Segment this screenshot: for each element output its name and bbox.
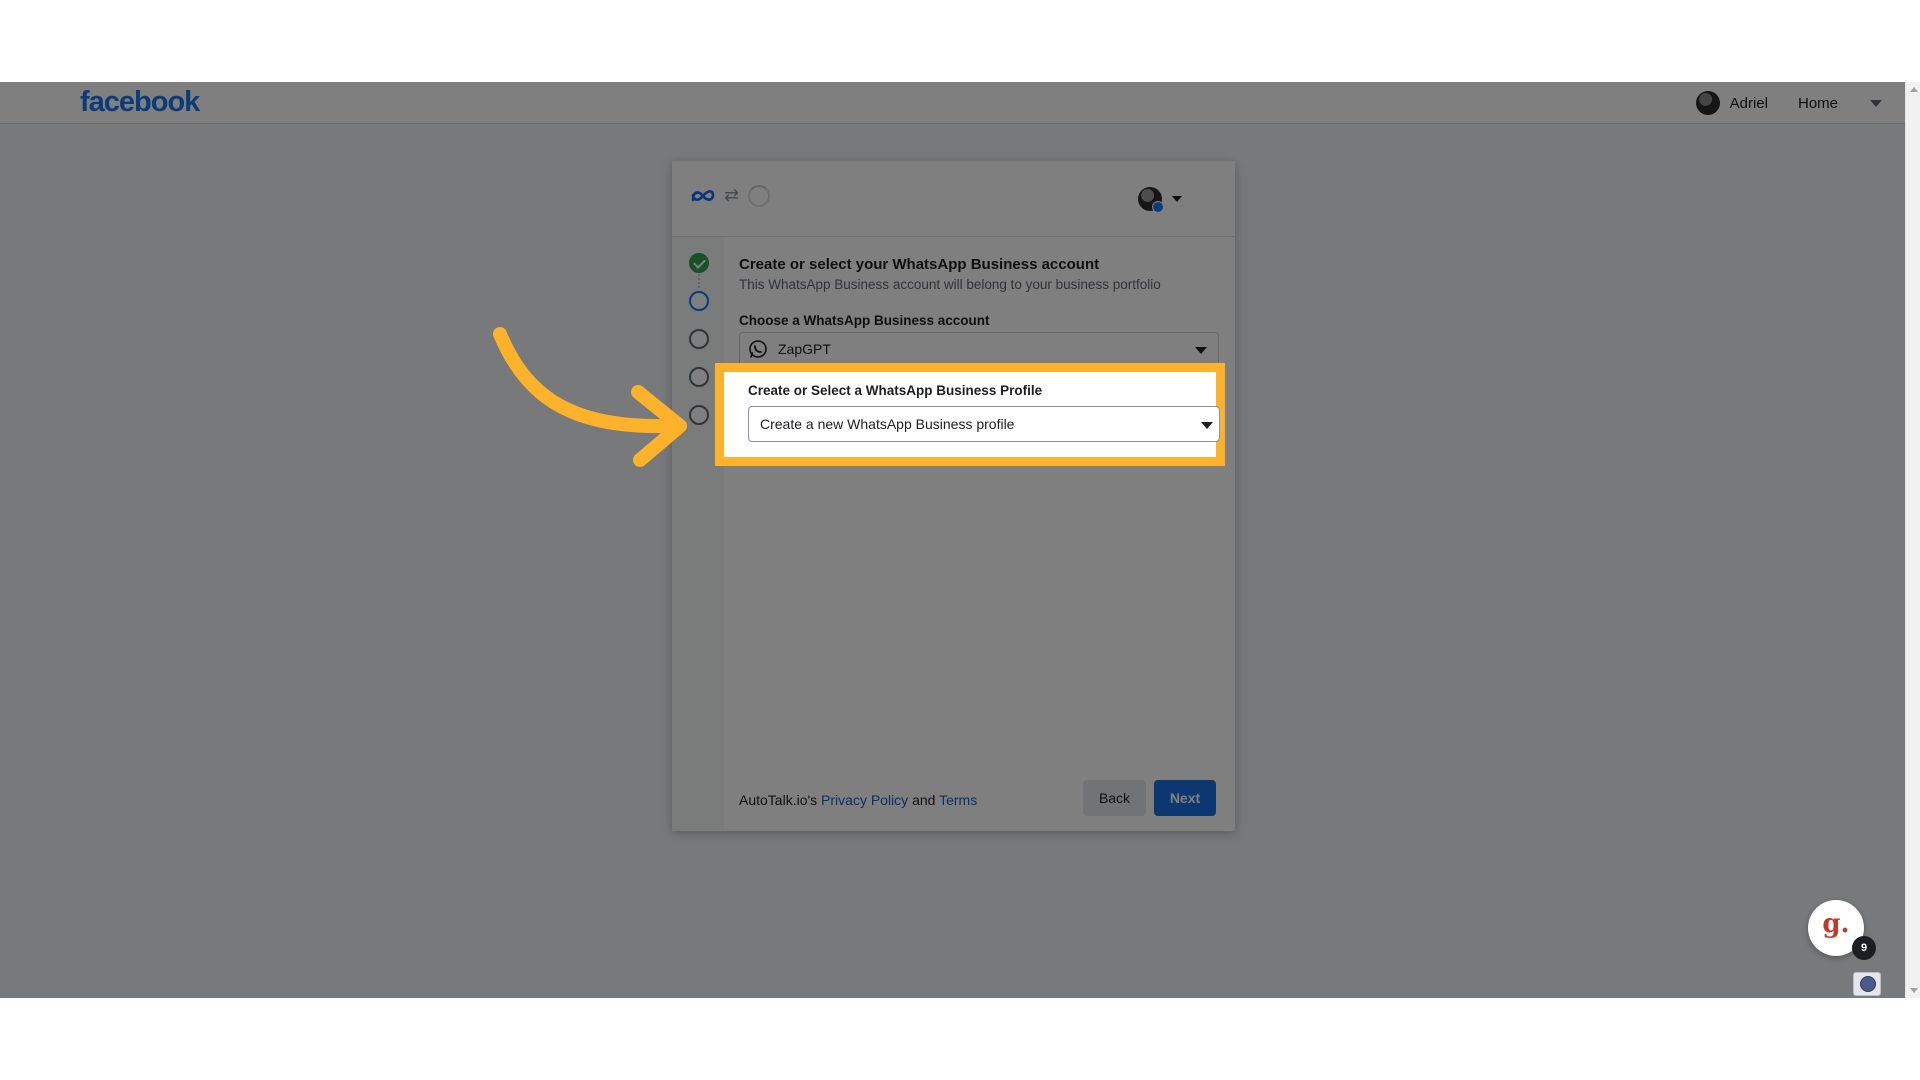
notification-count-badge: 9	[1852, 936, 1876, 960]
browser-viewport: facebook Adriel Home ⇄ Cr	[0, 82, 1920, 998]
scroll-down-icon[interactable]	[1910, 988, 1918, 993]
arrow-pointer	[493, 327, 687, 467]
profile-select[interactable]: Create a new WhatsApp Business profile	[748, 406, 1220, 442]
globe-icon	[1860, 976, 1876, 992]
scroll-up-icon[interactable]	[1910, 87, 1918, 92]
widget-logo: g.	[1822, 909, 1850, 939]
language-button[interactable]	[1853, 972, 1881, 996]
dim-overlay	[0, 82, 1905, 998]
profile-label: Create or Select a WhatsApp Business Pro…	[748, 383, 1043, 398]
page-scrollbar[interactable]	[1905, 82, 1920, 998]
chevron-down-icon	[1201, 422, 1213, 429]
profile-select-value: Create a new WhatsApp Business profile	[760, 416, 1015, 432]
highlighted-profile-section: Create or Select a WhatsApp Business Pro…	[715, 363, 1225, 466]
